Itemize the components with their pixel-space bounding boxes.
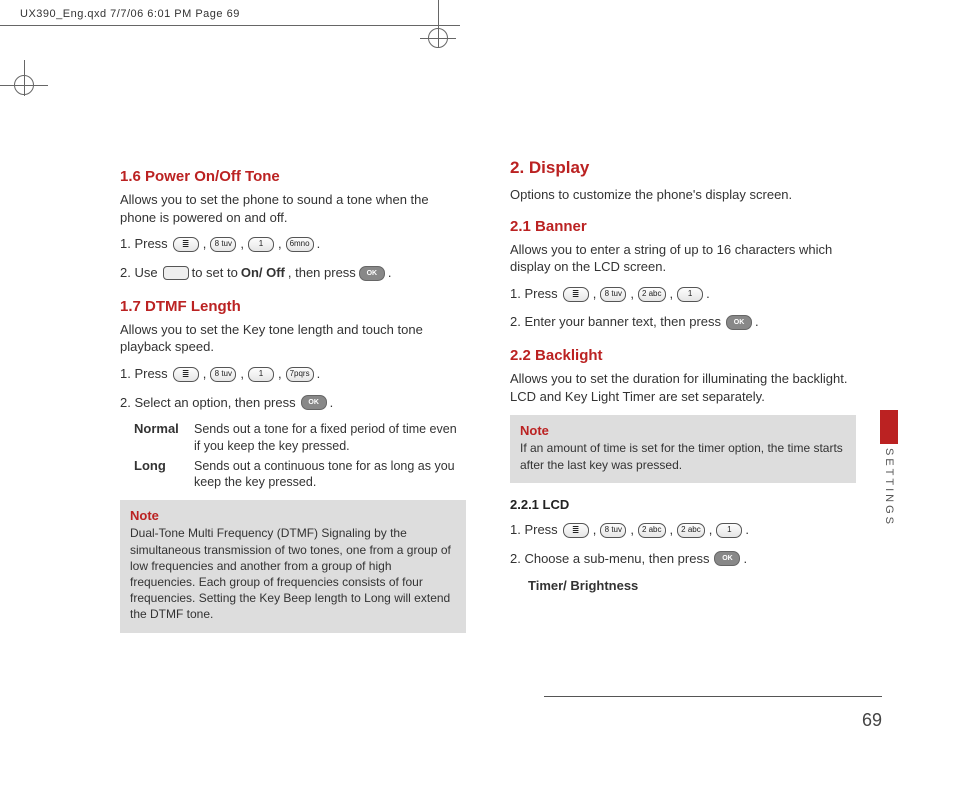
crop-header-text: UX390_Eng.qxd 7/7/06 6:01 PM Page 69: [20, 8, 240, 20]
step-text: 1. Press: [120, 364, 168, 385]
key-8: 8 tuv: [600, 523, 626, 538]
step-text: 2. Use: [120, 263, 158, 284]
step-text: , then press: [288, 263, 356, 284]
key-6: 6mno: [286, 237, 314, 252]
page-body: 1.6 Power On/Off Tone Allows you to set …: [120, 154, 860, 643]
step-1-7-1: 1. Press , 8 tuv, 1, 7pqrs.: [120, 364, 466, 385]
key-8: 8 tuv: [210, 367, 236, 382]
page-number: 69: [862, 710, 882, 731]
def-term: Normal: [134, 421, 186, 454]
step-text: 2. Enter your banner text, then press: [510, 312, 721, 333]
key-2: 2 abc: [677, 523, 705, 538]
heading-1-6: 1.6 Power On/Off Tone: [120, 168, 466, 185]
ok-key-icon: OK: [359, 266, 385, 281]
heading-2-2: 2.2 Backlight: [510, 347, 856, 364]
def-row-long: Long Sends out a continuous tone for as …: [134, 458, 466, 491]
heading-2-2-1: 2.2.1 LCD: [510, 497, 856, 512]
step-2-2-1-1: 1. Press , 8 tuv, 2 abc, 2 abc, 1.: [510, 520, 856, 541]
step-text: 2. Choose a sub-menu, then press: [510, 549, 709, 570]
para-2-2: Allows you to set the duration for illum…: [510, 370, 856, 405]
key-8: 8 tuv: [210, 237, 236, 252]
para-1-6: Allows you to set the phone to sound a t…: [120, 191, 466, 226]
step-1-6-1: 1. Press , 8 tuv, 1, 6mno.: [120, 234, 466, 255]
ok-key-icon: OK: [726, 315, 752, 330]
key-7: 7pqrs: [286, 367, 314, 382]
note-title: Note: [130, 508, 456, 523]
step-text: 2. Select an option, then press: [120, 393, 296, 414]
period: .: [706, 284, 710, 305]
side-tab-marker: [880, 410, 898, 444]
def-term: Long: [134, 458, 186, 491]
step-text: to set to: [192, 263, 238, 284]
step-1-7-2: 2. Select an option, then press OK.: [120, 393, 466, 414]
key-2: 2 abc: [638, 523, 666, 538]
right-column: 2. Display Options to customize the phon…: [510, 154, 856, 643]
menu-key-icon: [173, 367, 199, 382]
step-text: 1. Press: [120, 234, 168, 255]
note-body: If an amount of time is set for the time…: [520, 440, 846, 472]
footer-rule: [544, 696, 882, 697]
period: .: [745, 520, 749, 541]
dpad-key-icon: [163, 266, 189, 280]
menu-key-icon: [563, 287, 589, 302]
key-1: 1: [248, 367, 274, 382]
step-2-2-1-2: 2. Choose a sub-menu, then press OK.: [510, 549, 856, 570]
left-column: 1.6 Power On/Off Tone Allows you to set …: [120, 154, 466, 643]
heading-1-7: 1.7 DTMF Length: [120, 298, 466, 315]
period: .: [330, 393, 334, 414]
on-off-label: On/ Off: [241, 263, 285, 284]
step-2-1-1: 1. Press , 8 tuv, 2 abc, 1.: [510, 284, 856, 305]
menu-key-icon: [563, 523, 589, 538]
note-body: Dual-Tone Multi Frequency (DTMF) Signali…: [130, 525, 456, 622]
period: .: [317, 364, 321, 385]
period: .: [388, 263, 392, 284]
para-1-7: Allows you to set the Key tone length an…: [120, 321, 466, 356]
key-8: 8 tuv: [600, 287, 626, 302]
def-desc: Sends out a tone for a fixed period of t…: [194, 421, 466, 454]
step-1-6-2: 2. Use to set to On/ Off, then press OK.: [120, 263, 466, 284]
heading-2: 2. Display: [510, 158, 856, 178]
ok-key-icon: OK: [301, 395, 327, 410]
period: .: [317, 234, 321, 255]
period: .: [755, 312, 759, 333]
key-1: 1: [716, 523, 742, 538]
step-2-1-2: 2. Enter your banner text, then press OK…: [510, 312, 856, 333]
key-1: 1: [248, 237, 274, 252]
step-text: 1. Press: [510, 520, 558, 541]
note-title: Note: [520, 423, 846, 438]
note-box-backlight: Note If an amount of time is set for the…: [510, 415, 856, 482]
para-2-1: Allows you to enter a string of up to 16…: [510, 241, 856, 276]
note-box-dtmf: Note Dual-Tone Multi Frequency (DTMF) Si…: [120, 500, 466, 632]
def-row-normal: Normal Sends out a tone for a fixed peri…: [134, 421, 466, 454]
para-2: Options to customize the phone's display…: [510, 186, 856, 204]
menu-key-icon: [173, 237, 199, 252]
crop-line: [0, 25, 460, 26]
submenu-label: Timer/ Brightness: [528, 577, 856, 595]
step-text: 1. Press: [510, 284, 558, 305]
key-1: 1: [677, 287, 703, 302]
side-section-label: SETTINGS: [883, 448, 895, 527]
definition-list: Normal Sends out a tone for a fixed peri…: [134, 421, 466, 490]
ok-key-icon: OK: [714, 551, 740, 566]
def-desc: Sends out a continuous tone for as long …: [194, 458, 466, 491]
heading-2-1: 2.1 Banner: [510, 218, 856, 235]
key-2: 2 abc: [638, 287, 666, 302]
period: .: [743, 549, 747, 570]
